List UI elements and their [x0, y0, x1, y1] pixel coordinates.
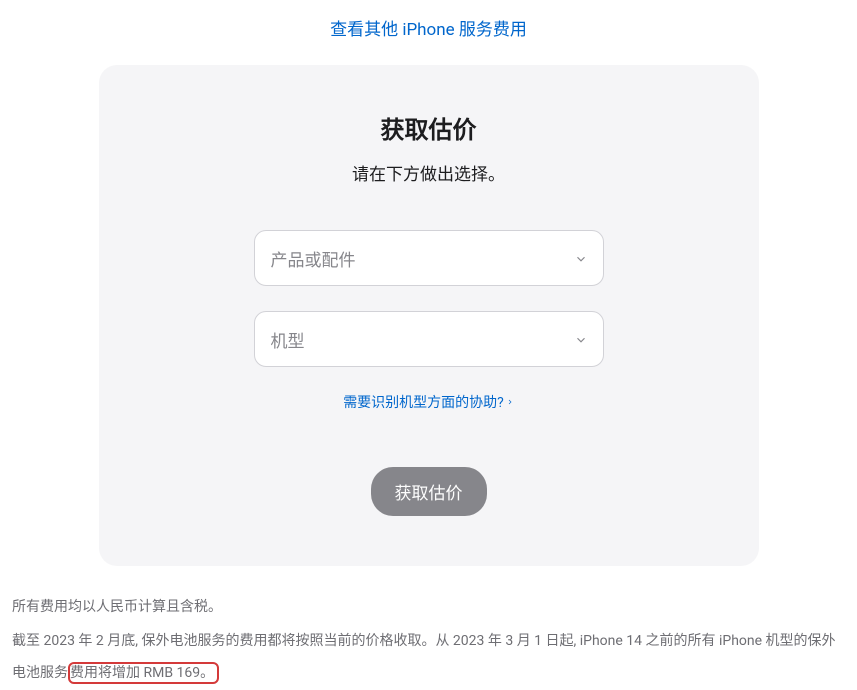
- product-select-placeholder: 产品或配件: [271, 246, 356, 271]
- other-iphone-services-link[interactable]: 查看其他 iPhone 服务费用: [0, 0, 857, 65]
- footer-notes: 所有费用均以人民币计算且含税。 截至 2023 年 2 月底, 保外电池服务的费…: [0, 566, 857, 690]
- estimate-card: 获取估价 请在下方做出选择。 产品或配件 机型 需要识别机型方面的协助? 获取估…: [99, 65, 759, 566]
- price-increase-annotation: 费用将增加 RMB 169。: [68, 662, 219, 684]
- model-select[interactable]: 机型: [254, 311, 604, 367]
- card-title: 获取估价: [139, 110, 719, 145]
- card-subtitle: 请在下方做出选择。: [139, 160, 719, 185]
- chevron-right-icon: [506, 394, 514, 410]
- product-select[interactable]: 产品或配件: [254, 230, 604, 286]
- help-identify-model-link[interactable]: 需要识别机型方面的协助?: [343, 392, 514, 412]
- help-link-label: 需要识别机型方面的协助?: [343, 392, 504, 412]
- model-select-placeholder: 机型: [271, 327, 305, 352]
- product-select-wrap: 产品或配件: [254, 230, 604, 286]
- footer-line1: 所有费用均以人民币计算且含税。: [12, 591, 845, 623]
- get-estimate-button[interactable]: 获取估价: [371, 467, 487, 516]
- footer-line2: 截至 2023 年 2 月底, 保外电池服务的费用都将按照当前的价格收取。从 2…: [12, 625, 845, 689]
- model-select-wrap: 机型: [254, 311, 604, 367]
